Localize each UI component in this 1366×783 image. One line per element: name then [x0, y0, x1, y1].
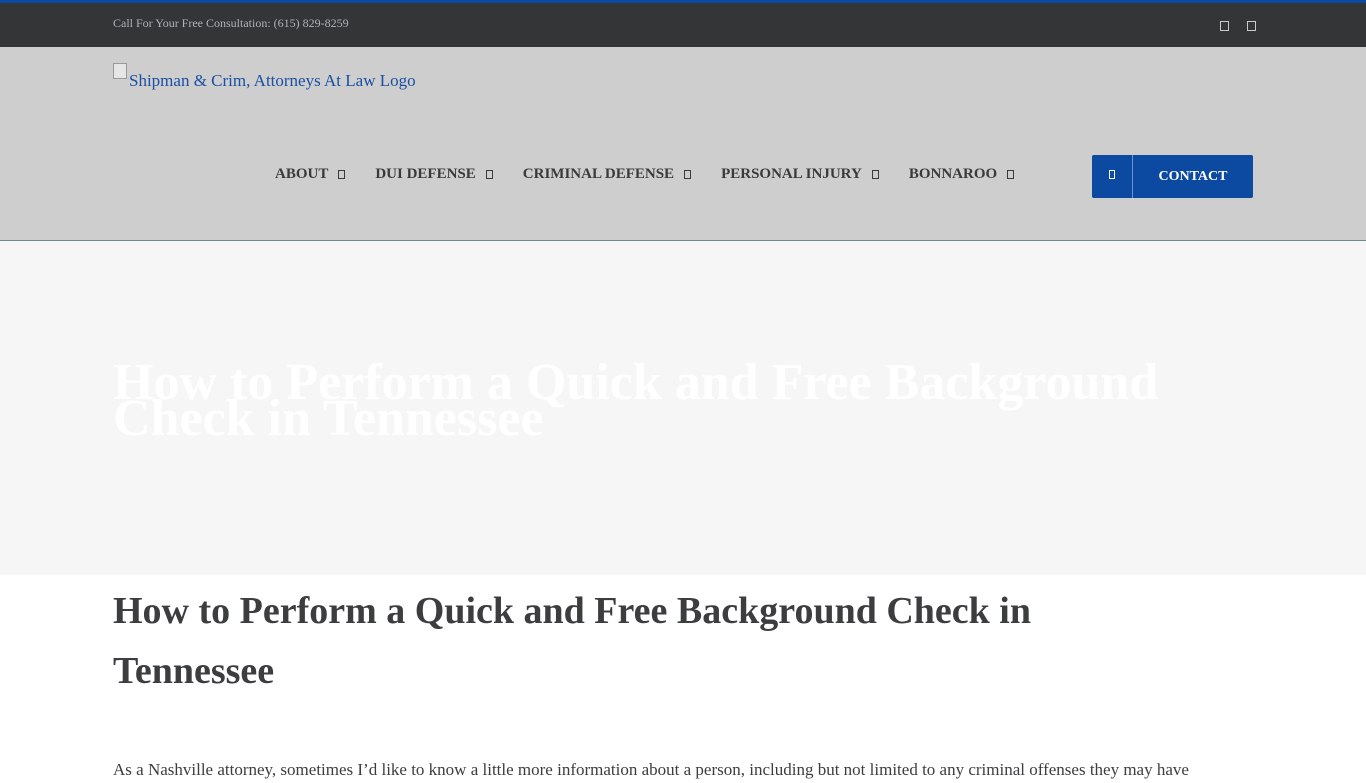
nav-item-label: CRIMINAL DEFENSE: [522, 166, 675, 182]
broken-image-icon: [113, 63, 127, 79]
nav-item-label: ABOUT: [275, 166, 329, 182]
chevron-down-icon: [871, 170, 879, 179]
nav-item-about[interactable]: ABOUT: [275, 166, 346, 183]
post-content: How to Perform a Quick and Free Backgrou…: [0, 581, 1366, 783]
nav-item-label: DUI DEFENSE: [375, 166, 476, 182]
nav-item-label: BONNAROO: [908, 166, 998, 182]
facebook-icon[interactable]: [1220, 21, 1229, 31]
chevron-down-icon: [485, 170, 493, 179]
hero-title: How to Perform a Quick and Free Backgrou…: [113, 354, 1159, 447]
nav-item-label: PERSONAL INJURY: [721, 166, 862, 182]
top-bar: Call For Your Free Consultation: (615) 8…: [0, 3, 1366, 47]
logo-alt-text: Shipman & Crim, Attorneys At Law Logo: [129, 71, 416, 90]
page-hero: How to Perform a Quick and Free Backgrou…: [0, 241, 1366, 575]
nav-item-bonnaroo[interactable]: BONNAROO: [908, 166, 1015, 183]
consultation-phone: Call For Your Free Consultation: (615) 8…: [113, 16, 349, 30]
chevron-down-icon: [338, 170, 346, 179]
nav-item-criminal-defense[interactable]: CRIMINAL DEFENSE: [522, 166, 692, 183]
twitter-icon[interactable]: [1247, 21, 1256, 31]
site-logo-link[interactable]: Shipman & Crim, Attorneys At Law Logo: [113, 63, 416, 91]
contact-icon-box: [1092, 155, 1133, 198]
chevron-down-icon: [684, 170, 692, 179]
phone-icon: [1109, 170, 1115, 179]
contact-button[interactable]: CONTACT: [1092, 155, 1253, 198]
chevron-down-icon: [1007, 170, 1015, 179]
post-body-paragraph: As a Nashville attorney, sometimes I’d l…: [113, 760, 1189, 779]
site-header: Shipman & Crim, Attorneys At Law Logo AB…: [0, 47, 1366, 241]
main-nav: ABOUT DUI DEFENSE CRIMINAL DEFENSE PERSO…: [275, 166, 1044, 183]
post-title: How to Perform a Quick and Free Backgrou…: [113, 590, 1031, 692]
nav-item-dui-defense[interactable]: DUI DEFENSE: [375, 166, 493, 183]
nav-item-personal-injury[interactable]: PERSONAL INJURY: [721, 166, 879, 183]
social-links: [1220, 21, 1256, 31]
contact-button-label: CONTACT: [1158, 168, 1228, 184]
